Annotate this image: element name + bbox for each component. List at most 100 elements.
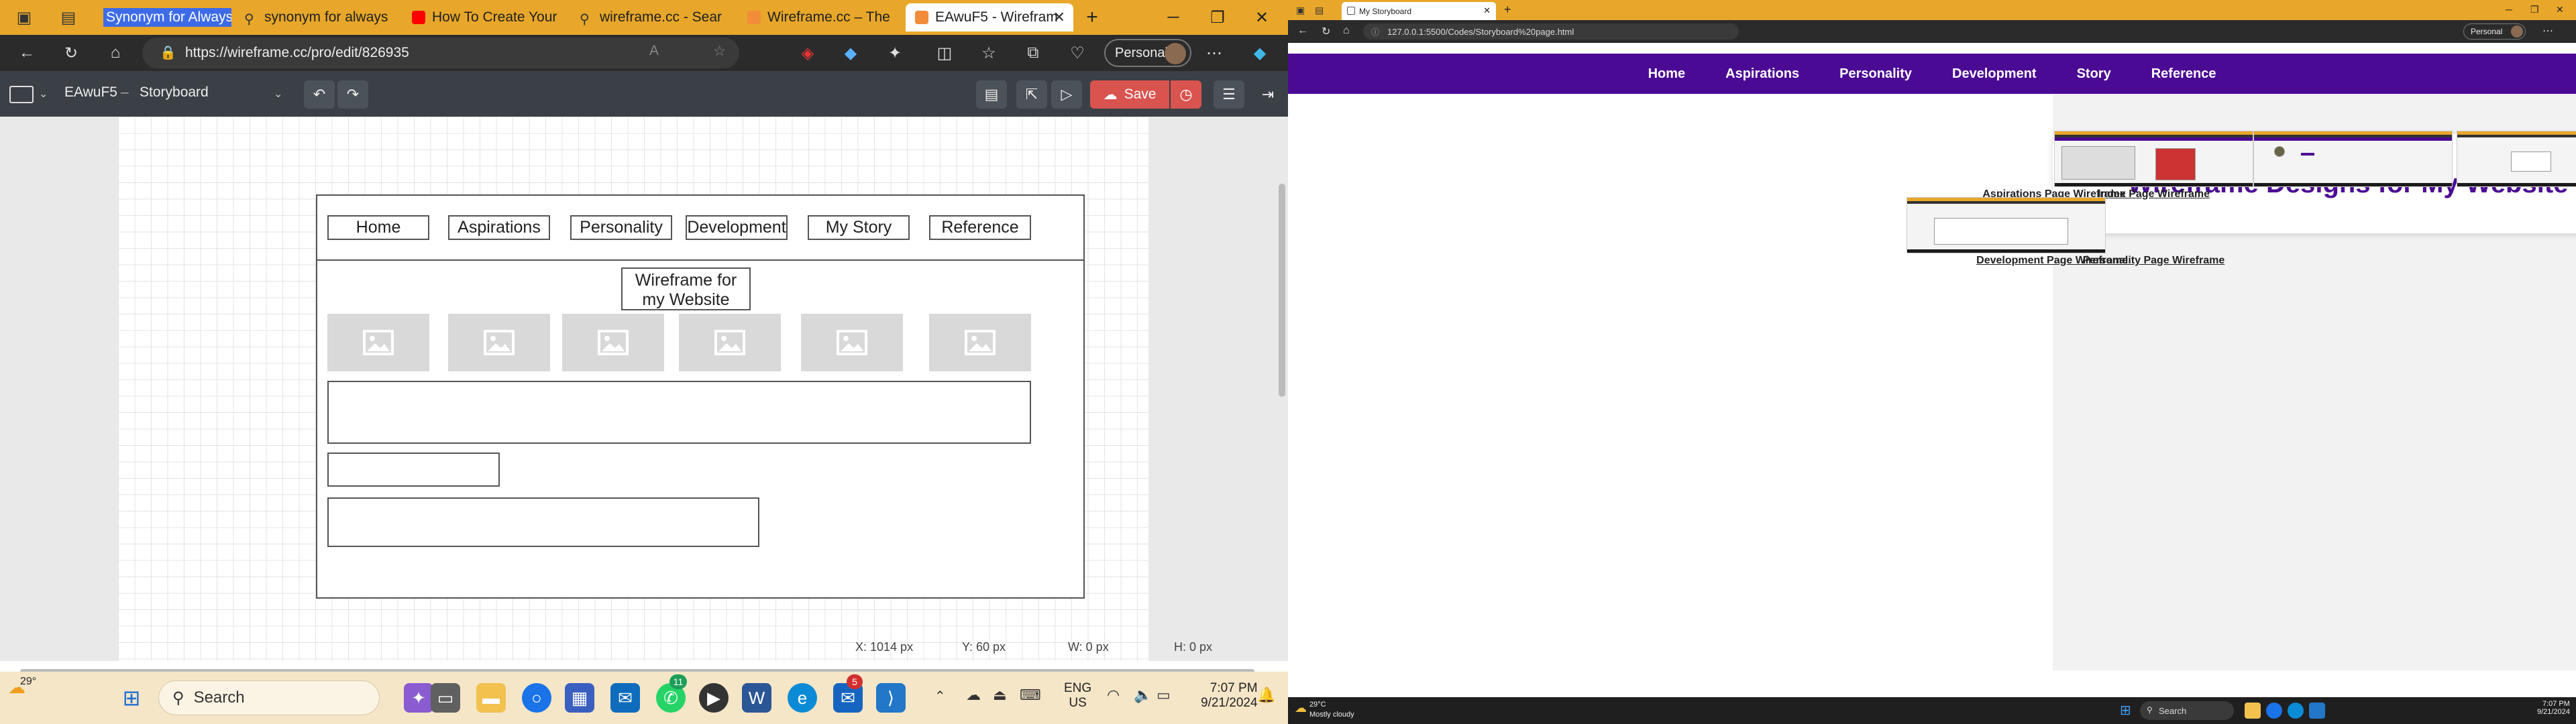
browser-essentials-icon[interactable]: ♡ — [1065, 41, 1089, 65]
outlook-icon[interactable]: ✉ — [610, 683, 640, 713]
minimize-button[interactable]: ─ — [2506, 4, 2512, 15]
restore-button[interactable]: ❐ — [1198, 4, 1237, 31]
taskbar-search[interactable]: ⚲ Search — [158, 680, 380, 715]
new-tab-button[interactable]: + — [1504, 3, 1511, 17]
settings-sliders-button[interactable]: ☰ — [1214, 80, 1244, 109]
personality-wireframe-thumb-a[interactable] — [1907, 197, 2106, 253]
close-window-button[interactable]: ✕ — [1242, 4, 1281, 31]
store-icon[interactable]: ▦ — [565, 683, 594, 713]
nav-aspirations[interactable]: Aspirations — [1717, 66, 1807, 82]
minimize-button[interactable]: ─ — [1154, 4, 1193, 31]
start-icon[interactable]: ⊞ — [117, 683, 146, 713]
cortana-icon[interactable]: ○ — [522, 683, 551, 713]
favorites-icon[interactable]: ☆ — [977, 41, 1001, 65]
tab-wireframe-search[interactable]: ⚲ wireframe.cc - Sear — [570, 3, 731, 32]
refresh-icon[interactable]: ↻ — [59, 41, 83, 65]
wf-image-placeholder[interactable] — [327, 314, 429, 371]
tab-actions-icon[interactable]: ▤ — [56, 5, 80, 29]
wf-content-box[interactable] — [327, 497, 759, 547]
wf-image-placeholder[interactable] — [562, 314, 664, 371]
close-tab-icon[interactable]: ✕ — [1483, 5, 1491, 16]
wf-small-box[interactable] — [327, 452, 500, 487]
media-player-icon[interactable]: ▶ — [699, 683, 729, 713]
home-icon[interactable]: ⌂ — [1343, 25, 1350, 37]
nav-story[interactable]: Story — [2069, 66, 2119, 82]
onedrive-icon[interactable]: ☁ — [966, 686, 981, 704]
wf-image-placeholder[interactable] — [448, 314, 550, 371]
chevron-down-icon[interactable]: ⌄ — [39, 87, 48, 101]
word-icon[interactable]: W — [742, 683, 771, 713]
more-menu-icon[interactable]: ⋯ — [2542, 24, 2553, 38]
wf-nav-development[interactable]: Development — [686, 215, 788, 240]
nav-personality[interactable]: Personality — [1831, 66, 1920, 82]
storyboard-selector[interactable]: Storyboard — [140, 84, 209, 101]
cortana-icon[interactable] — [2266, 703, 2282, 719]
nav-reference[interactable]: Reference — [2143, 66, 2224, 82]
tab-my-storyboard[interactable]: My Storyboard ✕ — [1342, 2, 1496, 20]
url-field[interactable]: ⓘ 127.0.0.1:5500/Codes/Storyboard%20page… — [1363, 23, 1739, 40]
profile-button[interactable]: Personal — [2463, 23, 2526, 40]
tab-synonym-always-1[interactable]: Synonym for Always — [94, 3, 231, 32]
start-icon[interactable]: ⊞ — [2120, 702, 2131, 719]
index-wireframe-thumb-b[interactable] — [2253, 131, 2453, 187]
close-window-button[interactable]: ✕ — [2556, 4, 2564, 15]
save-button[interactable]: ☁ Save — [1090, 80, 1169, 109]
file-explorer-icon[interactable] — [2245, 703, 2261, 719]
restore-button[interactable]: ❐ — [2530, 4, 2539, 15]
extensions-icon[interactable]: ✦ — [883, 41, 907, 65]
file-explorer-icon[interactable]: ▬ — [476, 683, 506, 713]
tray-icon[interactable]: ⏏ — [993, 686, 1007, 704]
app-menu-icon[interactable] — [9, 86, 34, 103]
language-indicator[interactable]: ENG US — [1064, 681, 1091, 711]
tab-synonym-always-2[interactable]: ⚲ synonym for always — [235, 3, 396, 32]
back-icon[interactable]: ← — [15, 41, 39, 65]
collections-icon[interactable]: ⧉ — [1021, 41, 1045, 65]
document-id[interactable]: EAwuF5 — [64, 84, 117, 101]
copilot-icon[interactable]: ◆ — [1248, 41, 1272, 65]
aspirations-wireframe-thumb-b[interactable] — [2054, 131, 2253, 187]
wf-image-placeholder[interactable] — [801, 314, 903, 371]
tab-youtube[interactable]: How To Create Your — [402, 3, 564, 32]
home-icon[interactable]: ⌂ — [103, 41, 127, 65]
notification-bell-icon[interactable]: 🔔 — [1257, 686, 1275, 704]
read-aloud-icon[interactable]: A — [649, 43, 659, 59]
workspaces-icon[interactable]: ▣ — [1296, 5, 1305, 16]
wf-text-block[interactable] — [327, 381, 1031, 444]
history-button[interactable]: ◷ — [1171, 80, 1201, 109]
task-view-icon[interactable]: ▭ — [431, 683, 460, 713]
wf-nav-my-story[interactable]: My Story — [808, 215, 910, 240]
close-tab-icon[interactable]: ✕ — [1053, 9, 1065, 26]
wf-nav-personality[interactable]: Personality — [570, 215, 672, 240]
weather-icon[interactable]: ☁ — [1295, 701, 1307, 715]
clock[interactable]: 7:07 PM 9/21/2024 — [1201, 681, 1258, 711]
tab-wireframe-home[interactable]: Wireframe.cc – The — [738, 3, 899, 32]
tab-actions-icon[interactable]: ▤ — [1315, 5, 1324, 16]
taskbar-search[interactable]: ⚲ Search — [2140, 701, 2234, 720]
wf-image-placeholder[interactable] — [679, 314, 781, 371]
chevron-up-icon[interactable]: ⌃ — [934, 688, 946, 705]
wf-image-placeholder[interactable] — [929, 314, 1031, 371]
caption-development[interactable]: Development Page Wireframe — [1853, 255, 2251, 267]
vertical-scrollbar[interactable] — [1279, 184, 1285, 397]
redo-button[interactable]: ↷ — [337, 80, 368, 109]
back-icon[interactable]: ← — [1297, 25, 1308, 37]
edge-icon[interactable] — [2288, 703, 2304, 719]
tab-wireframe-editor[interactable]: EAwuF5 - Wirefram ✕ — [906, 3, 1073, 32]
adblock-icon[interactable]: ◈ — [796, 41, 820, 65]
new-tab-button[interactable]: + — [1080, 5, 1104, 29]
clock[interactable]: 7:07 PM 9/21/2024 — [2537, 700, 2570, 716]
open-external-button[interactable]: ⇱ — [1016, 80, 1047, 109]
volume-icon[interactable]: 🔈 — [1134, 686, 1152, 704]
chevron-down-icon[interactable]: ⌄ — [274, 87, 282, 101]
split-screen-icon[interactable]: ◫ — [932, 41, 957, 65]
workspaces-icon[interactable]: ▣ — [12, 5, 36, 29]
wifi-icon[interactable]: ◠ — [1107, 686, 1120, 704]
aspirations-wireframe-thumb-a[interactable] — [2457, 131, 2576, 187]
favorite-star-icon[interactable]: ☆ — [713, 43, 726, 60]
extension-icon[interactable]: ◆ — [839, 41, 863, 65]
wf-title-box[interactable]: Wireframe for my Website — [621, 267, 751, 310]
wf-nav-aspirations[interactable]: Aspirations — [448, 215, 550, 240]
copilot-app-icon[interactable]: ✦ — [404, 683, 433, 713]
edge-icon[interactable]: e — [788, 683, 817, 713]
nav-development[interactable]: Development — [1944, 66, 2045, 82]
